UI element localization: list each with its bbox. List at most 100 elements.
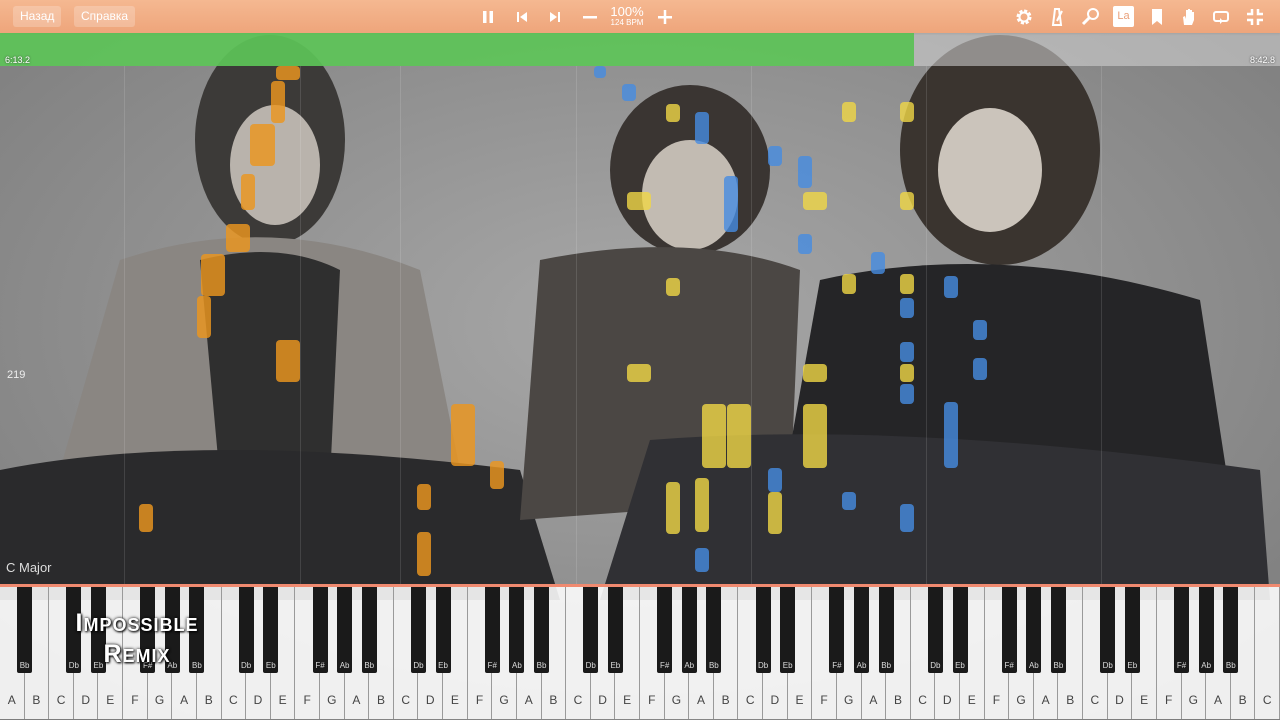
tempo-display[interactable]: 100% 124 BPM — [604, 5, 650, 27]
bookmark-icon[interactable] — [1146, 6, 1168, 28]
black-key[interactable]: Eb — [952, 587, 968, 673]
black-key[interactable]: Db — [238, 587, 254, 673]
black-key-label: F# — [659, 661, 670, 670]
white-key-label: E — [1140, 693, 1149, 707]
black-key[interactable]: F# — [484, 587, 500, 673]
loop-icon[interactable] — [1210, 6, 1232, 28]
note — [451, 404, 475, 466]
black-key[interactable]: Db — [410, 587, 426, 673]
black-key[interactable]: Bb — [534, 587, 550, 673]
note — [900, 364, 914, 382]
measure-number: 219 — [7, 369, 26, 381]
black-key[interactable]: Bb — [17, 587, 33, 673]
white-key-label: F — [648, 693, 656, 707]
black-key[interactable]: Bb — [878, 587, 894, 673]
black-key[interactable]: Ab — [509, 587, 525, 673]
note — [871, 252, 885, 274]
white-key-label: C — [56, 693, 66, 707]
black-key[interactable]: F# — [312, 587, 328, 673]
note — [900, 504, 914, 532]
black-key[interactable]: Bb — [1223, 587, 1239, 673]
white-key-label: F — [475, 693, 484, 707]
help-button[interactable]: Справка — [74, 6, 136, 27]
black-key[interactable]: Db — [1100, 587, 1116, 673]
note — [798, 234, 812, 254]
note — [973, 358, 987, 380]
white-key-label: A — [869, 693, 878, 707]
note — [768, 468, 782, 492]
current-time: 6:13.2 — [5, 55, 31, 65]
progress-fill — [0, 33, 914, 66]
note-name-icon[interactable]: La — [1113, 6, 1134, 27]
black-key[interactable]: Db — [583, 587, 599, 673]
black-key[interactable]: Ab — [1198, 587, 1214, 673]
white-key-label: D — [770, 693, 780, 707]
black-key[interactable]: F# — [657, 587, 673, 673]
note — [417, 532, 431, 576]
note — [724, 176, 738, 232]
white-key-label: E — [623, 693, 632, 707]
gear-icon[interactable] — [1013, 6, 1035, 28]
white-key-label: G — [154, 693, 165, 707]
black-key-label: Ab — [856, 661, 867, 670]
next-icon[interactable] — [544, 6, 566, 28]
black-key[interactable]: F# — [1001, 587, 1017, 673]
metronome-icon[interactable] — [1046, 6, 1068, 28]
note — [842, 492, 856, 510]
search-icon[interactable] — [1080, 6, 1102, 28]
white-key-label: A — [352, 693, 361, 707]
note — [695, 112, 709, 144]
black-key[interactable]: Bb — [706, 587, 722, 673]
prev-icon[interactable] — [511, 6, 533, 28]
note — [900, 298, 914, 318]
plus-icon[interactable] — [654, 6, 676, 28]
black-key[interactable]: Bb — [1050, 587, 1066, 673]
black-key[interactable]: Db — [927, 587, 943, 673]
note — [666, 104, 680, 122]
white-key-label: E — [795, 693, 804, 707]
pause-icon[interactable] — [477, 6, 499, 28]
note — [695, 478, 709, 532]
hand-icon[interactable] — [1178, 6, 1200, 28]
black-key[interactable]: Ab — [854, 587, 870, 673]
minus-icon[interactable] — [579, 6, 601, 28]
white-key[interactable]: C — [1255, 587, 1280, 719]
zoom-percent: 100% — [610, 4, 644, 19]
note — [944, 276, 958, 298]
white-key-label: E — [278, 693, 287, 707]
white-key-label: G — [499, 693, 509, 707]
black-key[interactable]: Eb — [435, 587, 451, 673]
note — [201, 254, 225, 296]
black-key[interactable]: Ab — [1026, 587, 1042, 673]
black-key[interactable]: Eb — [263, 587, 279, 673]
white-key-label: D — [253, 693, 263, 707]
black-key[interactable]: Ab — [681, 587, 697, 673]
note — [900, 192, 914, 210]
black-key[interactable]: Eb — [607, 587, 623, 673]
white-key-label: E — [106, 693, 115, 707]
top-toolbar: Назад Справка 100% 124 BPM La — [0, 0, 1280, 33]
note — [666, 278, 680, 296]
note — [695, 548, 709, 572]
note — [900, 384, 914, 404]
black-key[interactable]: Ab — [337, 587, 353, 673]
impossible-remix-logo: Impossible Remix — [38, 608, 236, 670]
logo-line-2: Remix — [103, 640, 171, 668]
back-button[interactable]: Назад — [13, 6, 62, 27]
white-key-label: D — [1115, 693, 1124, 707]
black-key-label: Db — [1102, 661, 1113, 670]
black-key[interactable]: Bb — [361, 587, 377, 673]
note — [798, 156, 812, 188]
exit-fullscreen-icon[interactable] — [1244, 6, 1266, 28]
black-key[interactable]: Eb — [780, 587, 796, 673]
total-time: 8:42.8 — [1249, 55, 1275, 65]
black-key[interactable]: F# — [1174, 587, 1190, 673]
note — [803, 364, 827, 382]
white-key-label: B — [1238, 693, 1247, 707]
black-key[interactable]: F# — [829, 587, 845, 673]
white-key-label: B — [721, 693, 730, 707]
black-key[interactable]: Eb — [1124, 587, 1140, 673]
white-key-label: B — [549, 693, 558, 707]
black-key[interactable]: Db — [755, 587, 771, 673]
progress-bar[interactable] — [0, 33, 1280, 66]
